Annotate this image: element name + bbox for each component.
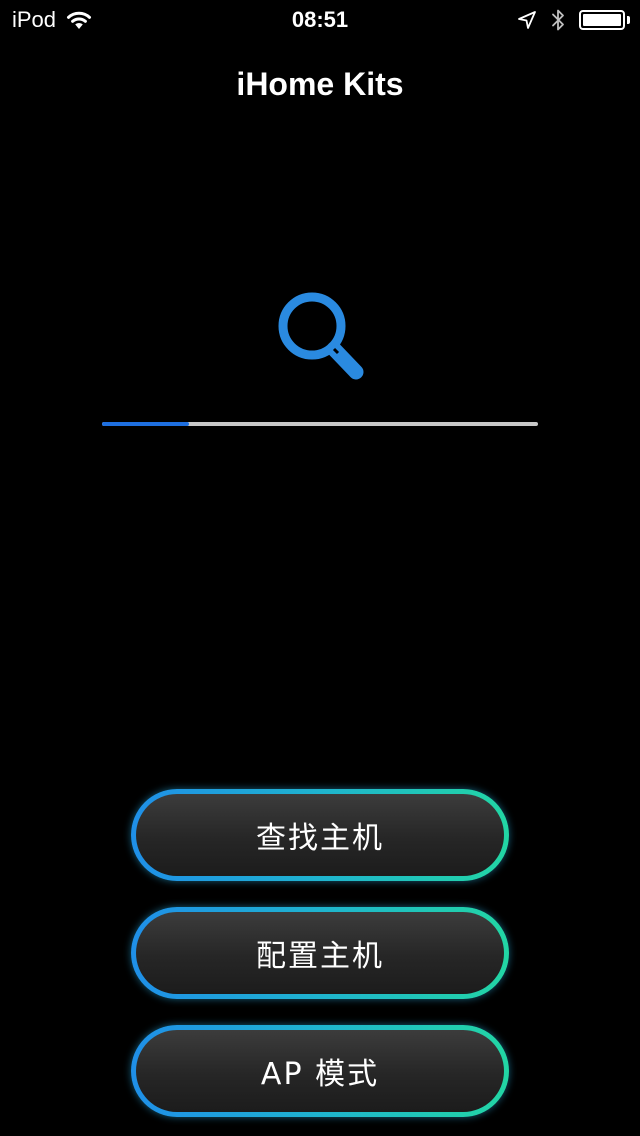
search-progress-bar xyxy=(102,422,538,426)
configure-host-label: 配置主机 xyxy=(136,912,504,994)
page-title: iHome Kits xyxy=(236,66,404,102)
battery-tip xyxy=(627,16,630,24)
bluetooth-icon xyxy=(552,9,564,31)
location-arrow-icon xyxy=(518,11,536,29)
status-bar: iPod 08:51 xyxy=(0,0,640,40)
search-icon xyxy=(278,292,364,380)
ap-mode-label: AP 模式 xyxy=(136,1030,504,1112)
ap-mode-button[interactable]: AP 模式 xyxy=(131,1025,509,1117)
battery-level xyxy=(583,14,621,26)
battery-icon xyxy=(579,10,625,30)
search-progress-fill xyxy=(102,422,190,426)
find-host-button[interactable]: 查找主机 xyxy=(131,789,509,881)
find-host-label: 查找主机 xyxy=(136,794,504,876)
status-right xyxy=(517,6,630,34)
configure-host-button[interactable]: 配置主机 xyxy=(131,907,509,999)
